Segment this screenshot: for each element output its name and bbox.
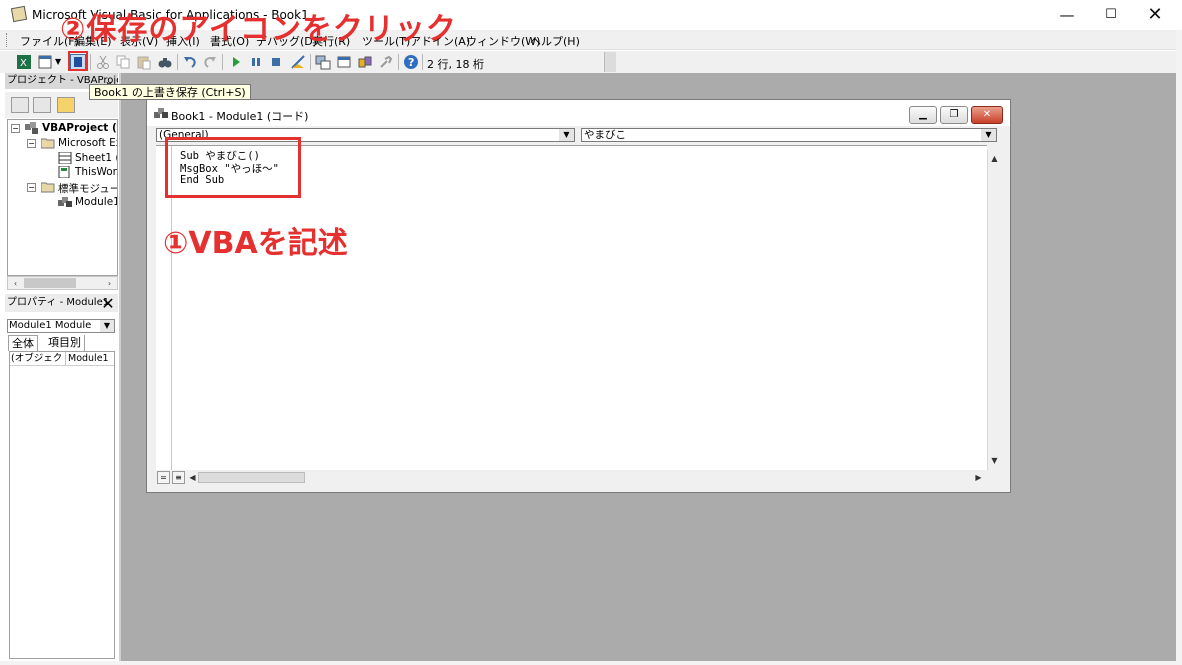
tree-collapse-icon[interactable]: − <box>27 139 36 148</box>
toolbar-separator <box>222 54 223 70</box>
toolbox-icon[interactable] <box>378 54 394 70</box>
properties-grid: (オブジェクト名) Module1 <box>9 351 115 659</box>
undo-icon[interactable] <box>182 54 198 70</box>
design-mode-icon[interactable] <box>290 54 306 70</box>
cut-icon[interactable] <box>95 54 111 70</box>
project-explorer-icon[interactable] <box>315 54 331 70</box>
chevron-down-icon[interactable]: ▼ <box>981 129 996 141</box>
code-window-restore-button[interactable]: ❐ <box>940 106 968 124</box>
properties-object-combo[interactable]: Module1 Module <box>7 319 115 333</box>
sheet-icon <box>58 152 72 164</box>
tree-item-thisworkbook[interactable]: ThisWork <box>75 166 117 178</box>
tab-categorized[interactable]: 項目別 <box>45 335 85 351</box>
annotation-highlight-save <box>68 51 88 71</box>
annotation-step2: ②保存のアイコンをクリック <box>60 12 457 47</box>
toolbar-overflow-button[interactable] <box>604 52 616 72</box>
folder-icon <box>41 182 55 193</box>
properties-window-icon[interactable] <box>336 54 352 70</box>
toolbar-separator <box>398 54 399 70</box>
workbook-icon <box>58 166 70 178</box>
maximize-button[interactable]: ☐ <box>1094 4 1128 26</box>
scroll-right-icon[interactable]: ▶ <box>972 471 985 484</box>
properties-close-icon[interactable]: ✕ <box>100 296 116 312</box>
full-module-view-icon[interactable]: ≡ <box>172 471 185 484</box>
property-name: (オブジェクト名) <box>11 352 66 365</box>
code-window-close-button[interactable]: ✕ <box>971 106 1003 124</box>
tree-collapse-icon[interactable]: − <box>11 124 20 133</box>
tree-item-sheet1[interactable]: Sheet1 (S <box>75 152 117 164</box>
scroll-thumb[interactable] <box>198 472 305 483</box>
minimize-button[interactable]: — <box>1050 4 1084 26</box>
break-icon[interactable] <box>248 54 264 70</box>
run-icon[interactable] <box>228 54 244 70</box>
svg-text:?: ? <box>408 56 414 69</box>
scroll-down-icon[interactable]: ▼ <box>988 454 1001 467</box>
view-object-icon[interactable] <box>33 97 51 113</box>
tab-alphabetic[interactable]: 全体 <box>8 335 38 351</box>
vbaproject-icon <box>25 122 38 134</box>
find-icon[interactable] <box>157 54 173 70</box>
insert-module-icon[interactable] <box>38 54 54 70</box>
tree-item-vbaproject[interactable]: VBAProject (B <box>42 122 117 134</box>
svg-text:X: X <box>20 58 27 69</box>
annotation-step1: ①VBAを記述 <box>163 226 348 261</box>
toolbar-separator <box>177 54 178 70</box>
help-icon[interactable]: ? <box>403 54 419 70</box>
code-vscrollbar[interactable]: ▲ ▼ <box>987 150 1002 470</box>
toolbar-separator <box>90 54 91 70</box>
annotation-highlight-code <box>165 137 301 198</box>
property-value[interactable]: Module1 <box>68 352 109 365</box>
window-border <box>1176 30 1182 661</box>
module-icon <box>154 108 168 118</box>
tree-item-excel-objects[interactable]: Microsoft Ex <box>58 137 117 149</box>
code-window-minimize-button[interactable]: ▁ <box>909 106 937 124</box>
toolbar-separator <box>310 54 311 70</box>
module-icon <box>58 197 72 207</box>
save-tooltip: Book1 の上書き保存 (Ctrl+S) <box>89 84 251 100</box>
scroll-left-icon[interactable]: ‹ <box>9 277 22 290</box>
reset-icon[interactable] <box>268 54 284 70</box>
tree-collapse-icon[interactable]: − <box>27 183 36 192</box>
vba-app-icon <box>10 5 28 23</box>
folder-icon <box>41 138 55 149</box>
code-hscrollbar[interactable]: = ≡ ◀ ▶ <box>156 470 987 486</box>
insert-dropdown-icon[interactable]: ▼ <box>55 54 65 70</box>
scroll-thumb[interactable] <box>24 278 76 288</box>
menubar-grip <box>6 33 9 47</box>
window-border <box>0 661 1182 665</box>
copy-icon[interactable] <box>115 54 131 70</box>
scroll-up-icon[interactable]: ▲ <box>988 152 1001 165</box>
code-window-title: Book1 - Module1 (コード) <box>171 110 309 123</box>
standard-toolbar: X ▼ ? 2 行, 18 桁 <box>0 51 616 73</box>
property-row[interactable]: (オブジェクト名) Module1 <box>10 352 114 366</box>
toolbar-separator <box>422 54 423 70</box>
cursor-position-status: 2 行, 18 桁 <box>427 58 484 71</box>
project-tree-hscrollbar[interactable]: ‹ › <box>7 276 118 290</box>
procedure-view-icon[interactable]: = <box>157 471 170 484</box>
view-code-icon[interactable] <box>11 97 29 113</box>
tree-item-module1[interactable]: Module1 <box>75 196 117 208</box>
tree-item-modules[interactable]: 標準モジュー <box>58 181 117 196</box>
toggle-folders-icon[interactable] <box>57 97 75 113</box>
paste-icon[interactable] <box>136 54 152 70</box>
excel-icon[interactable]: X <box>16 54 32 70</box>
chevron-down-icon[interactable]: ▼ <box>559 129 574 141</box>
project-tree: − VBAProject (B − Microsoft Ex Sheet1 (S… <box>7 119 118 276</box>
scroll-right-icon[interactable]: › <box>103 277 116 290</box>
chevron-down-icon[interactable]: ▼ <box>100 320 114 332</box>
redo-icon[interactable] <box>202 54 218 70</box>
close-button[interactable]: ✕ <box>1138 4 1172 26</box>
object-browser-icon[interactable] <box>357 54 373 70</box>
code-window-title-bar: Book1 - Module1 (コード) ▁ ❐ ✕ <box>147 100 1010 126</box>
procedure-combo[interactable]: やまびこ <box>581 128 997 142</box>
toolbar-area <box>616 51 1176 73</box>
menu-help[interactable]: ヘルプ(H) <box>530 33 580 49</box>
